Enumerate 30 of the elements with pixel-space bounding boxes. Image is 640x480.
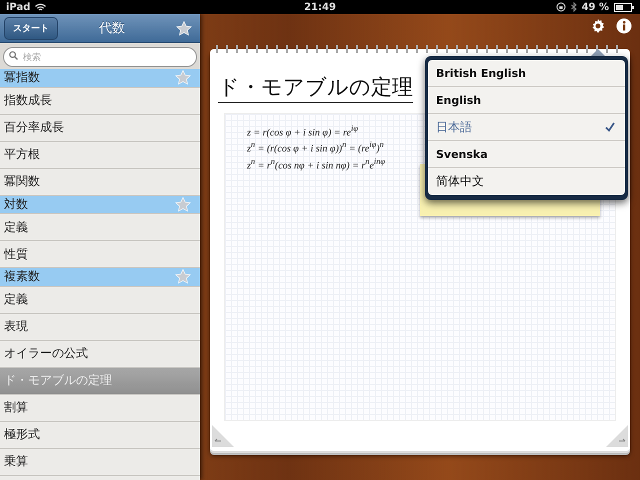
- language-option[interactable]: English: [428, 87, 625, 114]
- language-option[interactable]: 简体中文: [428, 168, 625, 195]
- language-option[interactable]: British English: [428, 60, 625, 87]
- back-button[interactable]: スタート: [4, 16, 58, 40]
- section-title: 冪指数: [4, 69, 40, 86]
- section-title: 複素数: [4, 268, 40, 286]
- list-item[interactable]: 定義: [0, 214, 200, 241]
- page-title: ド・モアブルの定理: [218, 73, 413, 103]
- section-header[interactable]: 冪指数: [0, 69, 200, 88]
- formula: z = r(cos φ + i sin φ) = re$^{iφ}$: [247, 124, 358, 138]
- list-item[interactable]: 割算: [0, 394, 200, 422]
- list-item[interactable]: 指数成長: [0, 88, 200, 114]
- list-item[interactable]: 極形式: [0, 422, 200, 448]
- list-item[interactable]: 定義: [0, 286, 200, 314]
- panel-title: 代数: [98, 20, 126, 37]
- language-option[interactable]: Svenska: [428, 141, 625, 168]
- device-name: iPad: [6, 2, 30, 12]
- section-header[interactable]: 対数: [0, 196, 200, 214]
- formula: z$^{n}$ = r$^{n}$(cos nφ + i sin nφ) = r$^{n}$e$^{inφ}$: [247, 156, 385, 171]
- list-item[interactable]: 乗算: [0, 448, 200, 476]
- list-item[interactable]: 百分率成長: [0, 114, 200, 142]
- search-field[interactable]: 検索: [3, 47, 197, 67]
- clock-time: 21:49: [304, 2, 336, 12]
- section-title: 対数: [4, 196, 28, 213]
- section-header[interactable]: 複素数: [0, 268, 200, 286]
- language-option[interactable]: 日本語: [428, 114, 625, 141]
- battery-percent: 49 %: [582, 2, 609, 12]
- list-item[interactable]: 平方根: [0, 142, 200, 168]
- formula: z$^{n}$ = (r(cos φ + i sin φ))$^{n}$ = (re$^{iφ}$)$^{n}$: [247, 140, 384, 155]
- list-item[interactable]: 表現: [0, 314, 200, 340]
